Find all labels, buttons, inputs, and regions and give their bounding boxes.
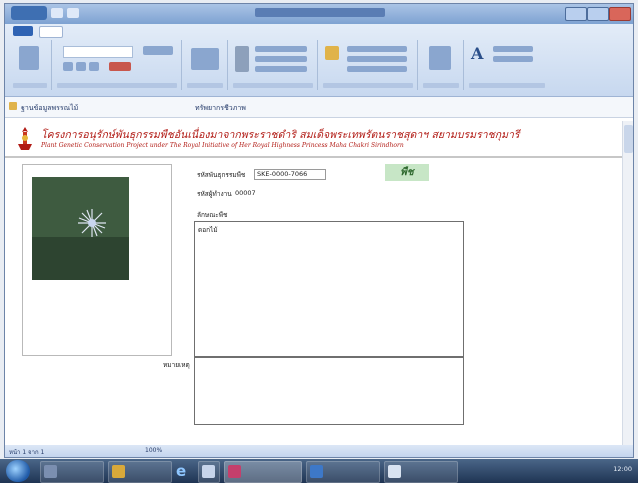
ribbon-group-find xyxy=(419,40,464,90)
taskbar-item[interactable] xyxy=(198,461,220,483)
ribbon-group-label xyxy=(13,83,47,88)
italic-button[interactable] xyxy=(76,62,86,71)
document-app-icon xyxy=(310,465,323,478)
ribbon-group-sort-filter xyxy=(319,40,418,90)
start-button[interactable] xyxy=(6,460,30,482)
nav-path[interactable]: ฐานข้อมูลพรรณไม้ xyxy=(21,103,78,114)
more-button[interactable] xyxy=(493,56,533,62)
refresh-button[interactable] xyxy=(235,46,249,72)
plant-photo xyxy=(32,177,129,280)
code-label: รหัสพันธุกรรมพืช xyxy=(197,171,246,179)
window-title xyxy=(255,8,385,17)
taskbar-item[interactable] xyxy=(306,461,380,483)
ribbon-group-clipboard xyxy=(53,40,182,90)
ribbon: A xyxy=(5,24,633,97)
nav-link[interactable]: ทรัพยากรชีวภาพ xyxy=(195,103,246,114)
code-value: SKE-0000-7066 xyxy=(257,170,308,178)
plant-badge: พืช xyxy=(385,164,429,181)
minimize-button[interactable] xyxy=(565,7,587,21)
ribbon-group-records xyxy=(229,40,318,90)
ribbon-group-label xyxy=(323,83,413,88)
font-name-dropdown[interactable] xyxy=(63,46,133,58)
ribbon-group-label xyxy=(57,83,177,88)
underline-button[interactable] xyxy=(89,62,99,71)
spelling-button[interactable] xyxy=(493,46,533,52)
quick-access-undo-icon[interactable] xyxy=(67,8,79,18)
maximize-button[interactable] xyxy=(587,7,609,21)
delete-record-button[interactable] xyxy=(255,66,307,72)
advanced-button[interactable] xyxy=(347,56,407,62)
ribbon-group-label xyxy=(423,83,459,88)
form-subtitle: Plant Genetic Conservation Project under… xyxy=(41,142,404,149)
id-value[interactable]: 00007 xyxy=(235,189,256,197)
taskbar-item[interactable] xyxy=(384,461,458,483)
database-app-icon xyxy=(228,465,241,478)
app-icon xyxy=(202,465,215,478)
status-record: หน้า 1 จาก 1 xyxy=(9,449,45,456)
id-label: รหัสผู้ทำงาน xyxy=(197,190,232,198)
close-button[interactable] xyxy=(609,7,631,21)
crest-logo-icon xyxy=(18,127,32,150)
taskbar-item[interactable] xyxy=(40,461,104,483)
photo-frame xyxy=(22,164,172,356)
taskbar-item[interactable] xyxy=(108,461,172,483)
find-button[interactable] xyxy=(429,46,451,70)
note-textarea[interactable] xyxy=(194,357,464,425)
description-value: ดอกไม้ xyxy=(198,226,218,234)
application-window: A ฐานข้อมูลพรรณไม้ ทรัพยากรชีวภาพ โครงกา… xyxy=(4,3,634,458)
tab-home[interactable] xyxy=(39,26,63,38)
folder-icon xyxy=(112,465,125,478)
note-label: หมายเหตุ xyxy=(163,361,190,369)
app-icon xyxy=(44,465,57,478)
status-zoom: 100% xyxy=(145,447,163,454)
ribbon-group-label xyxy=(469,83,545,88)
ribbon-group-views xyxy=(9,40,52,90)
desc-label: ลักษณะพืช xyxy=(197,211,228,219)
navigation-bar: ฐานข้อมูลพรรณไม้ ทรัพยากรชีวภาพ xyxy=(5,97,633,118)
description-textarea[interactable]: ดอกไม้ xyxy=(194,221,464,357)
ribbon-group-text-formatting: A xyxy=(465,40,549,90)
vertical-scrollbar[interactable] xyxy=(622,121,633,446)
text-format-icon[interactable]: A xyxy=(471,44,483,63)
ribbon-group-label xyxy=(187,83,223,88)
taskbar: e 12:00 xyxy=(0,459,638,483)
tab-file[interactable] xyxy=(13,26,33,36)
browser-icon[interactable]: e xyxy=(176,462,192,480)
font-color-button[interactable] xyxy=(109,62,131,71)
format-button[interactable] xyxy=(191,48,219,70)
app-icon xyxy=(388,465,401,478)
scrollbar-thumb[interactable] xyxy=(624,125,633,153)
form-header: โครงการอนุรักษ์พันธุกรรมพืชอันเนื่องมาจา… xyxy=(5,120,633,158)
form-title: โครงการอนุรักษ์พันธุกรรมพืชอันเนื่องมาจา… xyxy=(41,129,520,141)
ribbon-group-format xyxy=(183,40,228,90)
taskbar-item-active[interactable] xyxy=(224,461,302,483)
new-record-button[interactable] xyxy=(255,46,307,52)
system-clock[interactable]: 12:00 xyxy=(613,465,632,473)
status-bar: หน้า 1 จาก 1 100% xyxy=(5,445,633,457)
app-menu-button[interactable] xyxy=(11,6,47,20)
title-bar xyxy=(5,4,633,24)
ribbon-group-label xyxy=(233,83,313,88)
quick-access-save-icon[interactable] xyxy=(51,8,63,18)
align-buttons[interactable] xyxy=(143,46,173,55)
selection-button[interactable] xyxy=(347,46,407,52)
view-button[interactable] xyxy=(19,46,39,70)
save-record-button[interactable] xyxy=(255,56,307,62)
bold-button[interactable] xyxy=(63,62,73,71)
filter-icon[interactable] xyxy=(325,46,339,60)
folder-icon xyxy=(9,102,17,110)
toggle-filter-button[interactable] xyxy=(347,66,407,72)
